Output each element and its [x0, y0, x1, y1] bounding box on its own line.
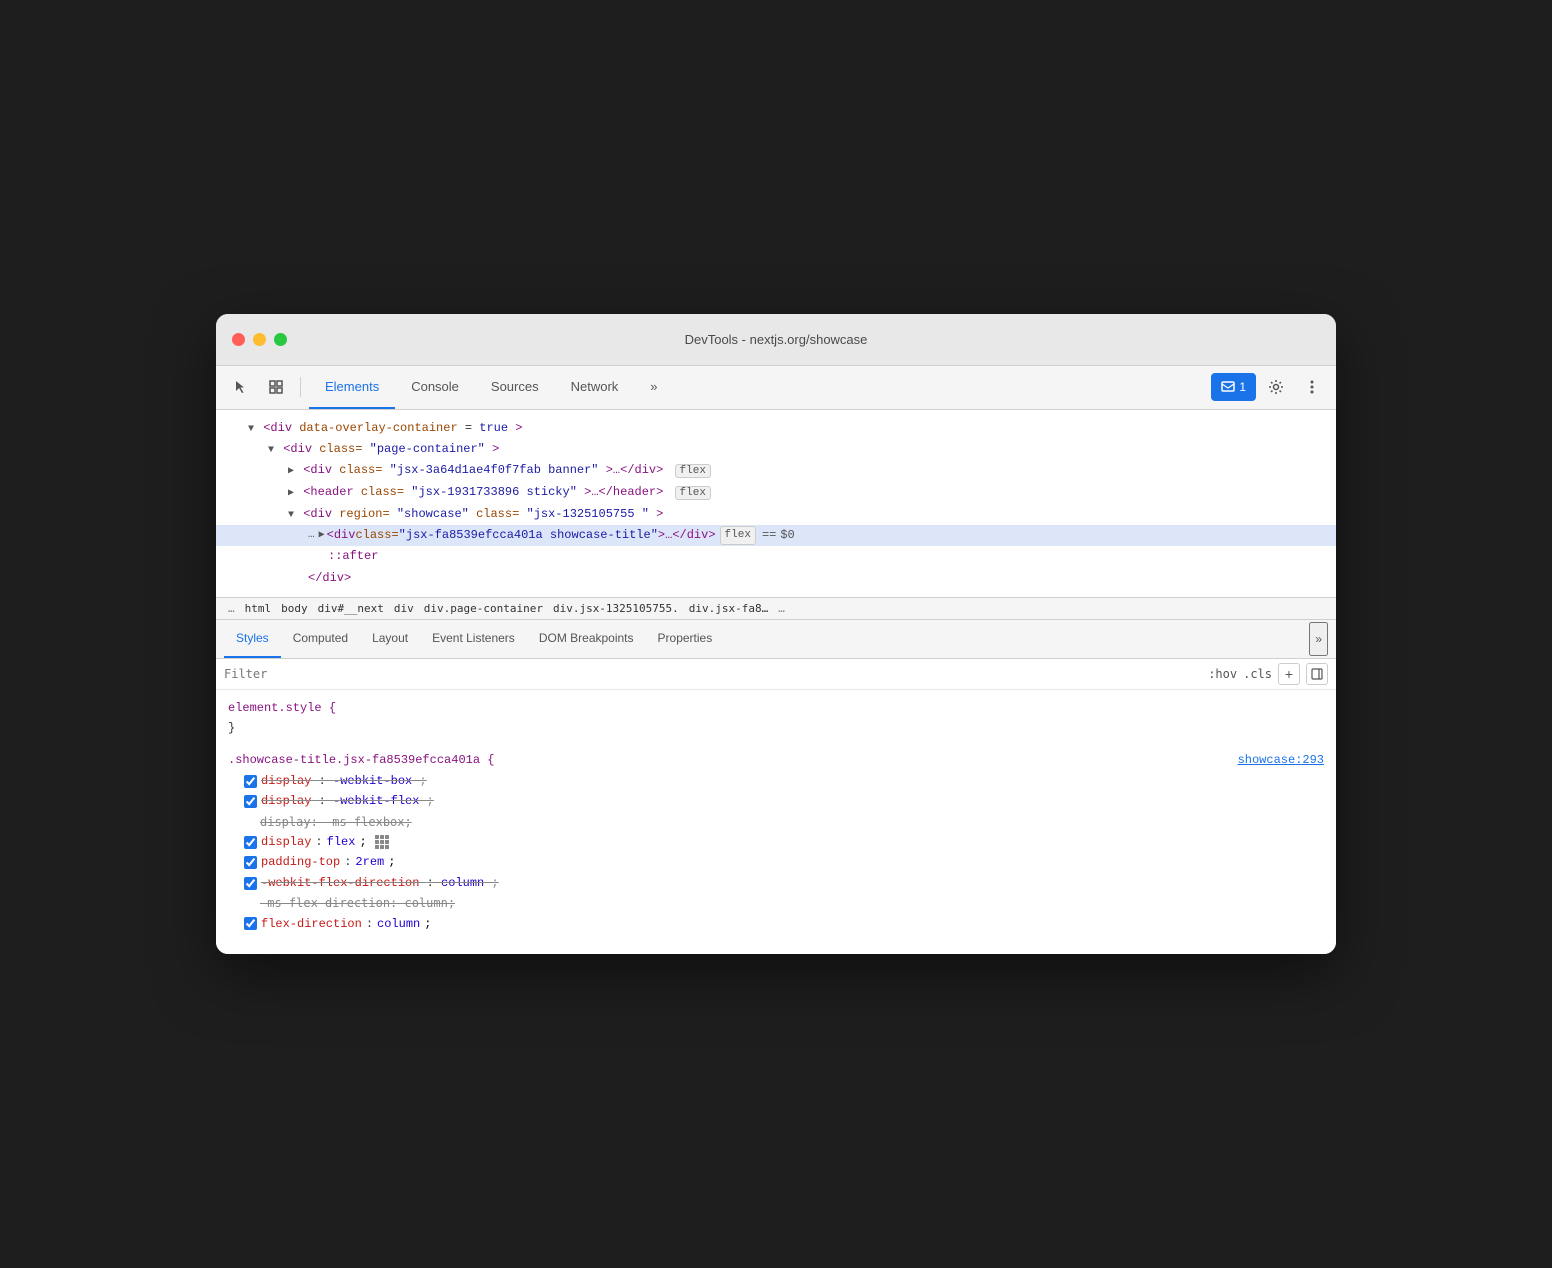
css-prop-flex: display : flex ;	[228, 832, 1324, 852]
bc-jsx-fa8[interactable]: div.jsx-fa8…	[689, 602, 768, 615]
flex-badge-6: flex	[720, 526, 756, 546]
tab-more[interactable]: »	[634, 365, 673, 409]
triangle-icon-6: ▶	[319, 528, 325, 544]
css-rule-showcase: .showcase-title.jsx-fa8539efcca401a { sh…	[228, 750, 1324, 934]
css-checkbox-webkit-flex-dir[interactable]	[244, 877, 257, 890]
breadcrumb: … html body div#__next div div.page-cont…	[216, 598, 1336, 620]
filter-input[interactable]	[224, 667, 1200, 681]
dom-tree-panel: ▼ <div data-overlay-container = true > ▼…	[216, 410, 1336, 598]
more-options-button[interactable]	[1296, 371, 1328, 403]
panel-tab-list: Styles Computed Layout Event Listeners D…	[216, 620, 1336, 659]
flex-badge-3: flex	[675, 464, 711, 478]
css-rule-element-style: element.style { }	[228, 698, 1324, 739]
dom-line-1[interactable]: ▼ <div data-overlay-container = true >	[216, 418, 1336, 439]
panel-tab-computed[interactable]: Computed	[281, 620, 360, 658]
tab-elements[interactable]: Elements	[309, 365, 395, 409]
css-checkbox-flex[interactable]	[244, 836, 257, 849]
settings-icon-button[interactable]	[1260, 371, 1292, 403]
panel-tab-properties[interactable]: Properties	[646, 620, 725, 658]
css-checkbox-webkit-flex[interactable]	[244, 795, 257, 808]
css-rules-panel: element.style { } .showcase-title.jsx-fa…	[216, 690, 1336, 954]
tab-console[interactable]: Console	[395, 365, 475, 409]
css-rule-header-showcase: .showcase-title.jsx-fa8539efcca401a { sh…	[228, 750, 1324, 770]
minimize-button[interactable]	[253, 333, 266, 346]
triangle-icon-1: ▼	[248, 424, 254, 435]
panel-tab-dom-breakpoints[interactable]: DOM Breakpoints	[527, 620, 646, 658]
css-prop-webkit-flex: display : -webkit-flex ;	[228, 791, 1324, 811]
bc-jsx-1325[interactable]: div.jsx-1325105755.	[553, 602, 679, 615]
dom-line-6[interactable]: … ▶ <div class= "jsx-fa8539efcca401a sho…	[216, 525, 1336, 547]
toggle-sidebar-button[interactable]	[1306, 663, 1328, 685]
dom-line-2[interactable]: ▼ <div class= "page-container" >	[216, 439, 1336, 460]
css-checkbox-flex-direction[interactable]	[244, 917, 257, 930]
triangle-icon-2: ▼	[268, 445, 274, 456]
bc-div[interactable]: div	[394, 602, 414, 615]
css-selector-showcase[interactable]: .showcase-title.jsx-fa8539efcca401a {	[228, 750, 494, 770]
maximize-button[interactable]	[274, 333, 287, 346]
triangle-icon-3: ▶	[288, 466, 294, 477]
css-close-brace-element: }	[228, 721, 235, 735]
triangle-icon-5: ▼	[288, 510, 294, 521]
styles-panel: Styles Computed Layout Event Listeners D…	[216, 620, 1336, 954]
css-rule-header-element: element.style {	[228, 698, 1324, 718]
css-prop-webkit-flex-direction: -webkit-flex-direction : column ;	[228, 873, 1324, 893]
dots-icon: …	[308, 527, 315, 545]
window-controls	[232, 333, 287, 346]
panel-tab-event-listeners[interactable]: Event Listeners	[420, 620, 527, 658]
equals-sign: ==	[762, 526, 776, 545]
bc-html[interactable]: html	[245, 602, 272, 615]
flex-badge-4: flex	[675, 486, 711, 500]
panel-tab-more[interactable]: »	[1309, 622, 1328, 656]
css-source-link[interactable]: showcase:293	[1238, 750, 1324, 770]
add-style-button[interactable]: +	[1278, 663, 1300, 685]
dollar-zero: $0	[780, 526, 794, 545]
filter-actions: :hov .cls +	[1208, 663, 1328, 685]
bc-body[interactable]: body	[281, 602, 308, 615]
panel-tab-layout[interactable]: Layout	[360, 620, 420, 658]
css-checkbox-padding-top[interactable]	[244, 856, 257, 869]
notification-button[interactable]: 1	[1211, 373, 1256, 401]
css-checkbox-webkit-box[interactable]	[244, 775, 257, 788]
tab-network[interactable]: Network	[555, 365, 635, 409]
close-button[interactable]	[232, 333, 245, 346]
css-prop-padding-top: padding-top : 2rem ;	[228, 852, 1324, 872]
window-title: DevTools - nextjs.org/showcase	[685, 332, 868, 347]
main-toolbar: Elements Console Sources Network » 1	[216, 366, 1336, 410]
dom-line-8[interactable]: </div>	[216, 568, 1336, 589]
cls-button[interactable]: .cls	[1243, 667, 1272, 681]
inspect-icon-button[interactable]	[260, 371, 292, 403]
dom-line-7[interactable]: ::after	[216, 546, 1336, 567]
dom-line-3[interactable]: ▶ <div class= "jsx-3a64d1ae4f0f7fab bann…	[216, 460, 1336, 482]
css-prop-webkit-box: display : -webkit-box ;	[228, 771, 1324, 791]
cursor-icon-button[interactable]	[224, 371, 256, 403]
filter-bar: :hov .cls +	[216, 659, 1336, 690]
bc-page-container[interactable]: div.page-container	[424, 602, 543, 615]
toolbar-right: 1	[1211, 371, 1328, 403]
css-prop-flex-direction: flex-direction : column ;	[228, 914, 1324, 934]
hov-button[interactable]: :hov	[1208, 667, 1237, 681]
triangle-icon-4: ▶	[288, 488, 294, 499]
main-tab-list: Elements Console Sources Network »	[309, 365, 1207, 409]
css-prop-ms-flexbox: display: -ms-flexbox;	[228, 812, 1324, 832]
bc-next[interactable]: div#__next	[318, 602, 384, 615]
titlebar: DevTools - nextjs.org/showcase	[216, 314, 1336, 366]
devtools-window: DevTools - nextjs.org/showcase Elements …	[216, 314, 1336, 954]
tab-sources[interactable]: Sources	[475, 365, 555, 409]
css-prop-ms-flex-direction: -ms-flex-direction: column;	[228, 893, 1324, 913]
dom-line-5[interactable]: ▼ <div region= "showcase" class= "jsx-13…	[216, 504, 1336, 525]
flex-grid-icon	[375, 835, 389, 849]
panel-tab-styles[interactable]: Styles	[224, 620, 281, 658]
toolbar-divider	[300, 377, 301, 397]
dom-line-4[interactable]: ▶ <header class= "jsx-1931733896 sticky"…	[216, 482, 1336, 504]
css-selector-element[interactable]: element.style {	[228, 698, 336, 718]
